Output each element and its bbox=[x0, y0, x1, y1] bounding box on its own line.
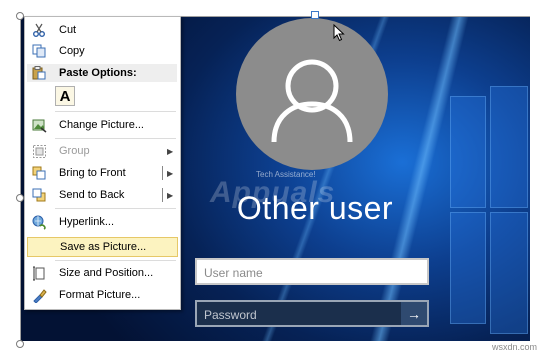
resize-handle-top-left[interactable] bbox=[16, 12, 24, 20]
menu-separator bbox=[55, 260, 176, 261]
menu-item-label: Bring to Front bbox=[59, 167, 126, 179]
menu-separator bbox=[55, 111, 176, 112]
menu-item-label: Paste Options: bbox=[59, 67, 137, 79]
split-divider bbox=[162, 166, 163, 180]
scissors-icon bbox=[30, 22, 48, 38]
submit-arrow-button[interactable]: → bbox=[401, 300, 429, 327]
menu-item-label: Copy bbox=[59, 45, 85, 57]
menu-item-copy[interactable]: Copy bbox=[27, 41, 177, 61]
submenu-arrow-icon[interactable]: ▶ bbox=[167, 191, 177, 200]
window-pane bbox=[490, 212, 528, 334]
size-position-icon bbox=[30, 265, 48, 281]
submenu-arrow-icon: ▶ bbox=[167, 146, 174, 156]
format-picture-icon bbox=[30, 287, 48, 303]
copy-icon bbox=[30, 43, 48, 59]
change-picture-icon bbox=[30, 117, 48, 133]
menu-item-bring-to-front[interactable]: Bring to Front ▶ bbox=[27, 163, 177, 183]
menu-separator bbox=[55, 208, 176, 209]
menu-item-label: Cut bbox=[59, 24, 77, 36]
menu-item-save-as-picture[interactable]: Save as Picture... bbox=[27, 237, 178, 257]
split-divider bbox=[162, 188, 163, 202]
menu-item-label: Format Picture... bbox=[59, 289, 141, 301]
menu-item-size-and-position[interactable]: Size and Position... bbox=[27, 263, 177, 283]
save-as-picture-icon bbox=[31, 239, 49, 255]
menu-item-change-picture[interactable]: Change Picture... bbox=[27, 115, 177, 135]
hyperlink-icon bbox=[30, 214, 48, 230]
menu-item-send-to-back[interactable]: Send to Back ▶ bbox=[27, 185, 177, 205]
window-pane bbox=[450, 212, 486, 324]
context-menu: Cut Copy Paste Options: A Change Picture… bbox=[24, 16, 181, 310]
menu-item-label: Change Picture... bbox=[59, 119, 144, 131]
window-pane bbox=[490, 86, 528, 208]
menu-item-group[interactable]: Group ▶ bbox=[27, 141, 177, 161]
paste-options-header: Paste Options: bbox=[27, 64, 177, 82]
menu-separator bbox=[55, 138, 176, 139]
password-input[interactable]: Password bbox=[195, 300, 403, 327]
paste-keep-text-icon[interactable]: A bbox=[55, 86, 75, 106]
account-name: Other user bbox=[236, 190, 394, 226]
menu-item-label: Group bbox=[59, 145, 90, 157]
menu-item-cut[interactable]: Cut bbox=[27, 20, 177, 40]
send-to-back-icon bbox=[30, 187, 48, 203]
resize-handle-left[interactable] bbox=[16, 194, 24, 202]
menu-item-hyperlink[interactable]: Hyperlink... bbox=[27, 212, 177, 232]
user-avatar-icon bbox=[236, 18, 388, 170]
paste-icon bbox=[30, 66, 48, 80]
submenu-arrow-icon[interactable]: ▶ bbox=[167, 169, 177, 178]
site-watermark: wsxdn.com bbox=[491, 342, 537, 352]
window-pane bbox=[450, 96, 486, 208]
bring-to-front-icon bbox=[30, 165, 48, 181]
selection-border bbox=[20, 16, 21, 341]
resize-handle-bottom-left[interactable] bbox=[16, 340, 24, 348]
menu-item-format-picture[interactable]: Format Picture... bbox=[27, 285, 177, 305]
group-icon bbox=[30, 143, 48, 159]
resize-handle-top[interactable] bbox=[311, 11, 319, 19]
username-input[interactable]: User name bbox=[195, 258, 429, 285]
mouse-cursor-icon bbox=[333, 24, 345, 42]
menu-item-label: Send to Back bbox=[59, 189, 125, 201]
menu-item-label: Size and Position... bbox=[59, 267, 154, 279]
menu-item-label: Save as Picture... bbox=[60, 241, 147, 253]
menu-item-label: Hyperlink... bbox=[59, 216, 115, 228]
